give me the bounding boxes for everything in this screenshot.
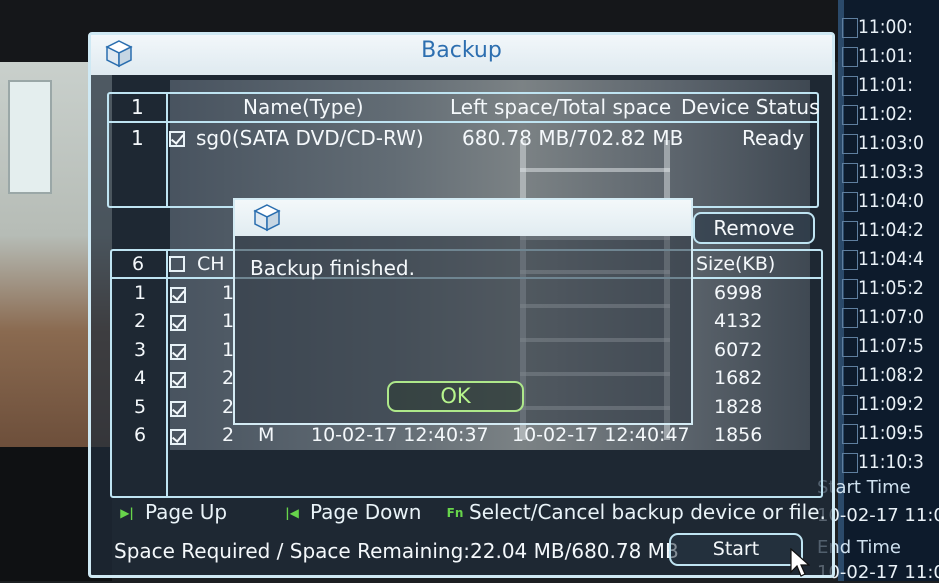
alert-titlebar[interactable] [235, 200, 691, 236]
device-checkbox[interactable] [169, 131, 185, 147]
time-list-item[interactable]: 11:07:0 [858, 304, 939, 330]
page-down-hint: Page Down [310, 500, 422, 524]
start-button[interactable]: Start [669, 533, 803, 566]
select-cancel-hint: Select/Cancel backup device or file. [469, 500, 826, 524]
file-row-start: 10-02-17 12:40:37 [311, 424, 489, 446]
file-checkbox[interactable] [170, 287, 186, 303]
select-all-checkbox[interactable] [169, 256, 185, 272]
time-list-checkbox[interactable] [842, 221, 858, 241]
time-list-item[interactable]: 11:00: [858, 14, 939, 40]
size-header: Size(KB) [696, 253, 776, 275]
device-row-status: Ready [742, 126, 805, 150]
start-time-value: 10-02-17 11:0 [817, 505, 939, 526]
file-row-end: 10-02-17 12:40:47 [512, 424, 690, 446]
time-list-checkbox[interactable] [842, 366, 858, 386]
space-status: Space Required / Space Remaining:22.04 M… [114, 539, 679, 563]
time-list-checkbox[interactable] [842, 47, 858, 67]
time-list-item[interactable]: 11:09:2 [858, 391, 939, 417]
file-row-size: 4132 [714, 310, 763, 332]
time-list-item[interactable]: 11:01: [858, 43, 939, 69]
file-row-size: 6072 [714, 339, 763, 361]
time-list-checkbox[interactable] [842, 134, 858, 154]
time-list-checkbox[interactable] [842, 18, 858, 38]
time-list-item[interactable]: 11:09:5 [858, 420, 939, 446]
time-list-checkbox[interactable] [842, 105, 858, 125]
file-row-index: 1 [134, 282, 147, 304]
time-list-checkbox[interactable] [842, 250, 858, 270]
page-up-hint: Page Up [145, 500, 228, 524]
file-checkbox[interactable] [170, 344, 186, 360]
fn-icon: Fn [446, 506, 464, 520]
time-list-item[interactable]: 11:03:0 [858, 130, 939, 156]
time-list-item[interactable]: 11:04:2 [858, 217, 939, 243]
file-row-ch: 2 [222, 424, 235, 446]
file-row-index: 4 [134, 367, 147, 389]
time-list-item[interactable]: 11:08:2 [858, 362, 939, 388]
alert-message: Backup finished. [250, 256, 415, 280]
time-list-item[interactable]: 11:07:5 [858, 333, 939, 359]
device-space-header: Left space/Total space [450, 95, 672, 119]
device-row-space: 680.78 MB/702.82 MB [462, 126, 684, 150]
time-list-item[interactable]: 11:01: [858, 72, 939, 98]
page-down-icon: |◀ [285, 506, 299, 520]
time-list-checkbox[interactable] [842, 308, 858, 328]
device-table-col-divider [166, 92, 168, 208]
time-list-item[interactable]: 11:04:0 [858, 188, 939, 214]
cube-icon [253, 204, 281, 232]
time-list-checkbox[interactable] [842, 395, 858, 415]
time-list-checkbox[interactable] [842, 279, 858, 299]
file-row-size: 1828 [714, 396, 763, 418]
file-checkbox[interactable] [170, 429, 186, 445]
time-list-item[interactable]: 11:02: [858, 101, 939, 127]
device-row-name: sg0(SATA DVD/CD-RW) [196, 126, 424, 150]
remove-button[interactable]: Remove [693, 212, 815, 244]
time-list-checkbox[interactable] [842, 424, 858, 444]
device-table-header-divider [107, 121, 819, 123]
file-row-index: 2 [134, 310, 147, 332]
file-row-size: 6998 [714, 282, 763, 304]
page-up-icon: ▶| [120, 506, 134, 520]
ch-header: CH [197, 253, 225, 275]
file-row-index: 5 [134, 396, 147, 418]
backup-title: Backup [421, 38, 502, 63]
device-row-index: 1 [131, 126, 144, 150]
device-name-header: Name(Type) [243, 95, 364, 119]
time-list-checkbox[interactable] [842, 337, 858, 357]
device-status-header: Device Status [681, 95, 820, 119]
file-row-index: 3 [134, 339, 147, 361]
time-list-item[interactable]: 11:10:3 [858, 449, 939, 475]
file-checkbox[interactable] [170, 315, 186, 331]
file-table-col-divider [166, 249, 168, 498]
file-row-index: 6 [134, 424, 147, 446]
file-row-size: 1682 [714, 367, 763, 389]
end-time-value: 10-02-17 11:0 [817, 562, 939, 583]
ok-button[interactable]: OK [387, 381, 524, 412]
time-list-item[interactable]: 11:03:3 [858, 159, 939, 185]
device-count: 1 [131, 95, 144, 119]
time-list-item[interactable]: 11:04:4 [858, 246, 939, 272]
time-list-checkbox[interactable] [842, 163, 858, 183]
time-list-checkbox[interactable] [842, 192, 858, 212]
time-list-item[interactable]: 11:05:2 [858, 275, 939, 301]
file-checkbox[interactable] [170, 372, 186, 388]
file-row-type: M [258, 424, 275, 446]
time-list-checkbox[interactable] [842, 453, 858, 473]
mouse-cursor-icon [790, 548, 810, 577]
file-checkbox[interactable] [170, 401, 186, 417]
file-row-size: 1856 [714, 424, 763, 446]
file-count: 6 [132, 253, 145, 275]
time-list-checkbox[interactable] [842, 76, 858, 96]
